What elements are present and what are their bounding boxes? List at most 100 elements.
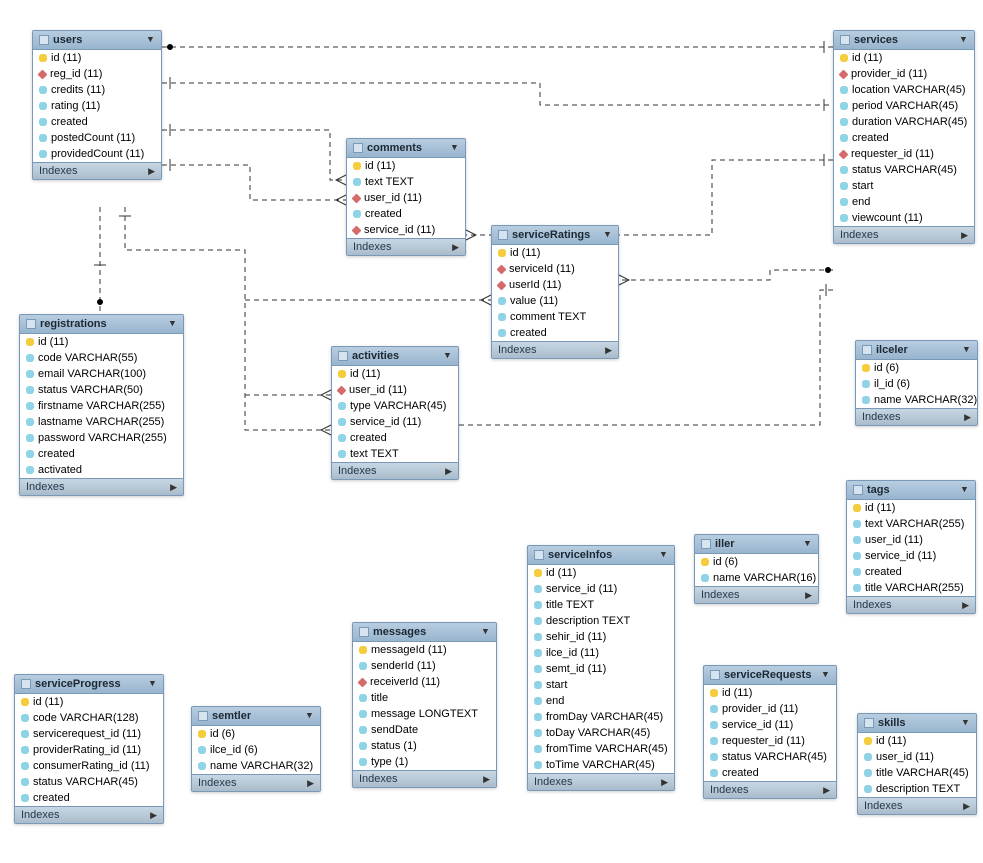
column-row[interactable]: title TEXT bbox=[528, 597, 674, 613]
indexes-section[interactable]: Indexes▶ bbox=[704, 781, 836, 798]
expand-icon[interactable]: ▶ bbox=[148, 166, 155, 177]
column-row[interactable]: ilce_id (6) bbox=[192, 742, 320, 758]
column-row[interactable]: service_id (11) bbox=[347, 222, 465, 238]
collapse-icon[interactable]: ▲ bbox=[148, 679, 157, 689]
column-row[interactable]: user_id (11) bbox=[347, 190, 465, 206]
collapse-icon[interactable]: ▲ bbox=[146, 35, 155, 45]
column-row[interactable]: password VARCHAR(255) bbox=[20, 430, 183, 446]
column-row[interactable]: sehir_id (11) bbox=[528, 629, 674, 645]
column-row[interactable]: user_id (11) bbox=[847, 532, 975, 548]
column-row[interactable]: id (11) bbox=[858, 733, 976, 749]
column-row[interactable]: viewcount (11) bbox=[834, 210, 974, 226]
column-row[interactable]: id (11) bbox=[704, 685, 836, 701]
collapse-icon[interactable]: ▲ bbox=[481, 627, 490, 637]
column-row[interactable]: duration VARCHAR(45) bbox=[834, 114, 974, 130]
column-row[interactable]: title VARCHAR(45) bbox=[858, 765, 976, 781]
table-services[interactable]: services▲id (11)provider_id (11)location… bbox=[833, 30, 975, 244]
column-row[interactable]: value (11) bbox=[492, 293, 618, 309]
indexes-section[interactable]: Indexes▶ bbox=[192, 774, 320, 791]
column-row[interactable]: title VARCHAR(255) bbox=[847, 580, 975, 596]
column-row[interactable]: messageId (11) bbox=[353, 642, 496, 658]
column-row[interactable]: serviceId (11) bbox=[492, 261, 618, 277]
indexes-section[interactable]: Indexes▶ bbox=[15, 806, 163, 823]
column-row[interactable]: created bbox=[15, 790, 163, 806]
column-row[interactable]: semt_id (11) bbox=[528, 661, 674, 677]
column-row[interactable]: text TEXT bbox=[332, 446, 458, 462]
expand-icon[interactable]: ▶ bbox=[307, 778, 314, 789]
column-row[interactable]: description TEXT bbox=[858, 781, 976, 797]
column-row[interactable]: start bbox=[834, 178, 974, 194]
expand-icon[interactable]: ▶ bbox=[961, 230, 968, 241]
table-serviceRatings[interactable]: serviceRatings▲id (11)serviceId (11)user… bbox=[491, 225, 619, 359]
column-row[interactable]: senderId (11) bbox=[353, 658, 496, 674]
column-row[interactable]: fromTime VARCHAR(45) bbox=[528, 741, 674, 757]
collapse-icon[interactable]: ▲ bbox=[450, 143, 459, 153]
column-row[interactable]: servicerequest_id (11) bbox=[15, 726, 163, 742]
table-ilceler[interactable]: ilceler▲id (6)il_id (6)name VARCHAR(32)I… bbox=[855, 340, 978, 426]
column-row[interactable]: status VARCHAR(45) bbox=[834, 162, 974, 178]
column-row[interactable]: created bbox=[20, 446, 183, 462]
table-header-serviceRequests[interactable]: serviceRequests▲ bbox=[704, 666, 836, 685]
table-header-registrations[interactable]: registrations▲ bbox=[20, 315, 183, 334]
column-row[interactable]: id (11) bbox=[847, 500, 975, 516]
table-header-activities[interactable]: activities▲ bbox=[332, 347, 458, 366]
expand-icon[interactable]: ▶ bbox=[150, 810, 157, 821]
column-row[interactable]: toTime VARCHAR(45) bbox=[528, 757, 674, 773]
column-row[interactable]: requester_id (11) bbox=[704, 733, 836, 749]
column-row[interactable]: il_id (6) bbox=[856, 376, 977, 392]
column-row[interactable]: location VARCHAR(45) bbox=[834, 82, 974, 98]
table-header-services[interactable]: services▲ bbox=[834, 31, 974, 50]
column-row[interactable]: id (6) bbox=[192, 726, 320, 742]
expand-icon[interactable]: ▶ bbox=[962, 600, 969, 611]
column-row[interactable]: id (11) bbox=[33, 50, 161, 66]
column-row[interactable]: description TEXT bbox=[528, 613, 674, 629]
column-row[interactable]: receiverId (11) bbox=[353, 674, 496, 690]
indexes-section[interactable]: Indexes▶ bbox=[847, 596, 975, 613]
column-row[interactable]: comment TEXT bbox=[492, 309, 618, 325]
column-row[interactable]: consumerRating_id (11) bbox=[15, 758, 163, 774]
indexes-section[interactable]: Indexes▶ bbox=[856, 408, 977, 425]
table-header-iller[interactable]: iller▲ bbox=[695, 535, 818, 554]
column-row[interactable]: service_id (11) bbox=[704, 717, 836, 733]
column-row[interactable]: id (11) bbox=[528, 565, 674, 581]
table-header-serviceProgress[interactable]: serviceProgress▲ bbox=[15, 675, 163, 694]
column-row[interactable]: start bbox=[528, 677, 674, 693]
column-row[interactable]: id (6) bbox=[856, 360, 977, 376]
column-row[interactable]: email VARCHAR(100) bbox=[20, 366, 183, 382]
table-header-messages[interactable]: messages▲ bbox=[353, 623, 496, 642]
column-row[interactable]: fromDay VARCHAR(45) bbox=[528, 709, 674, 725]
column-row[interactable]: text VARCHAR(255) bbox=[847, 516, 975, 532]
indexes-section[interactable]: Indexes▶ bbox=[353, 770, 496, 787]
table-serviceRequests[interactable]: serviceRequests▲id (11)provider_id (11)s… bbox=[703, 665, 837, 799]
indexes-section[interactable]: Indexes▶ bbox=[347, 238, 465, 255]
collapse-icon[interactable]: ▲ bbox=[659, 550, 668, 560]
table-header-serviceRatings[interactable]: serviceRatings▲ bbox=[492, 226, 618, 245]
collapse-icon[interactable]: ▲ bbox=[443, 351, 452, 361]
column-row[interactable]: period VARCHAR(45) bbox=[834, 98, 974, 114]
column-row[interactable]: id (11) bbox=[347, 158, 465, 174]
column-row[interactable]: lastname VARCHAR(255) bbox=[20, 414, 183, 430]
indexes-section[interactable]: Indexes▶ bbox=[492, 341, 618, 358]
expand-icon[interactable]: ▶ bbox=[170, 482, 177, 493]
column-row[interactable]: created bbox=[847, 564, 975, 580]
column-row[interactable]: status VARCHAR(50) bbox=[20, 382, 183, 398]
table-comments[interactable]: comments▲id (11)text TEXTuser_id (11)cre… bbox=[346, 138, 466, 256]
table-header-comments[interactable]: comments▲ bbox=[347, 139, 465, 158]
table-activities[interactable]: activities▲id (11)user_id (11)type VARCH… bbox=[331, 346, 459, 480]
indexes-section[interactable]: Indexes▶ bbox=[834, 226, 974, 243]
column-row[interactable]: text TEXT bbox=[347, 174, 465, 190]
collapse-icon[interactable]: ▲ bbox=[960, 485, 969, 495]
column-row[interactable]: end bbox=[528, 693, 674, 709]
column-row[interactable]: status VARCHAR(45) bbox=[704, 749, 836, 765]
expand-icon[interactable]: ▶ bbox=[605, 345, 612, 356]
column-row[interactable]: ilce_id (11) bbox=[528, 645, 674, 661]
column-row[interactable]: type VARCHAR(45) bbox=[332, 398, 458, 414]
table-messages[interactable]: messages▲messageId (11)senderId (11)rece… bbox=[352, 622, 497, 788]
table-header-users[interactable]: users▲ bbox=[33, 31, 161, 50]
expand-icon[interactable]: ▶ bbox=[823, 785, 830, 796]
column-row[interactable]: providedCount (11) bbox=[33, 146, 161, 162]
expand-icon[interactable]: ▶ bbox=[661, 777, 668, 788]
table-header-semtler[interactable]: semtler▲ bbox=[192, 707, 320, 726]
expand-icon[interactable]: ▶ bbox=[452, 242, 459, 253]
column-row[interactable]: end bbox=[834, 194, 974, 210]
